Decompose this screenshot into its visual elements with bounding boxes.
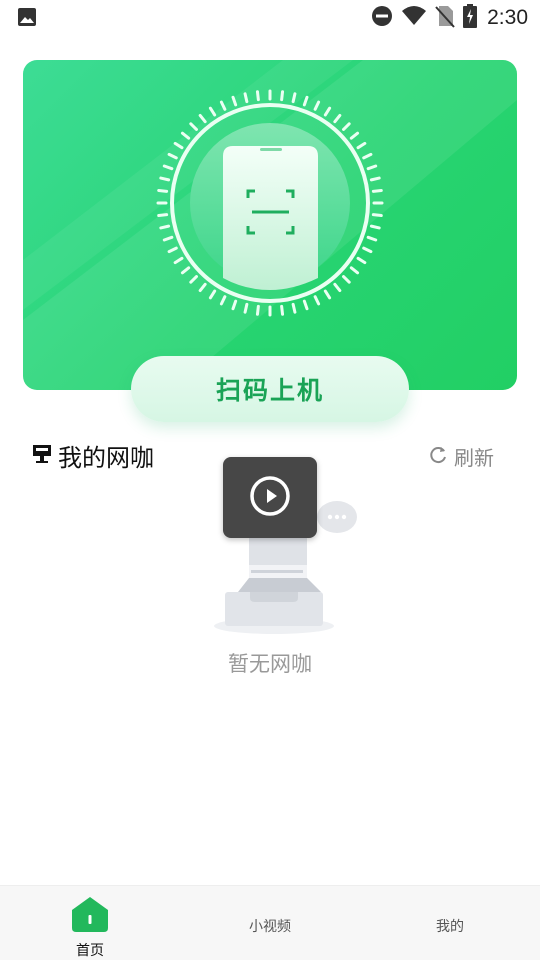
refresh-button[interactable]: 刷新 [428, 442, 494, 471]
ring-tick [349, 266, 360, 275]
play-icon [249, 475, 291, 521]
image-icon [17, 7, 37, 31]
ring-tick [173, 256, 184, 265]
ring-tick [356, 141, 367, 150]
status-bar: 2:30 [0, 0, 540, 36]
ring-tick [291, 92, 297, 104]
ring-tick [231, 95, 238, 107]
refresh-icon [428, 445, 448, 469]
home-icon [70, 894, 110, 938]
pc-icon [32, 443, 52, 469]
ring-tick [157, 188, 169, 193]
ring-tick [219, 100, 227, 111]
ring-tick [302, 299, 309, 311]
ring-tick [231, 299, 238, 311]
ring-tick [198, 282, 207, 293]
ring-tick [219, 295, 227, 306]
ring-tick [342, 275, 351, 284]
ring-tick [189, 275, 198, 284]
ring-tick [356, 256, 367, 265]
ring-tick [323, 289, 332, 300]
ring-tick [173, 141, 184, 150]
ring-tick [371, 213, 383, 218]
ring-tick [366, 164, 378, 171]
ring-tick [342, 122, 351, 131]
scan-to-login-button[interactable]: 扫码上机 [131, 356, 409, 422]
ring-tick [362, 246, 373, 254]
ring-tick [208, 106, 217, 117]
tab-mine-label: 我的 [436, 919, 464, 935]
tab-home[interactable]: 首页 [0, 886, 180, 960]
ring-tick [280, 304, 285, 316]
ring-tick [369, 224, 381, 230]
ring-tick [255, 90, 260, 102]
ring-tick [208, 289, 217, 300]
ring-tick [349, 131, 360, 140]
ring-tick [362, 152, 373, 160]
do-not-disturb-icon [371, 5, 393, 31]
ring-tick [159, 224, 171, 230]
ring-tick [157, 213, 169, 218]
ring-tick [371, 188, 383, 193]
ring-tick [323, 106, 332, 117]
section-title: 我的网咖 [58, 444, 154, 472]
ring-tick [313, 295, 321, 306]
refresh-label: 刷新 [454, 446, 494, 470]
ring-tick [243, 92, 249, 104]
ring-tick [243, 302, 249, 314]
ring-tick [255, 304, 260, 316]
ring-tick [180, 131, 191, 140]
ring-tick [333, 113, 342, 124]
tab-short-video[interactable]: 小视频 [180, 886, 360, 960]
ring-tick [313, 100, 321, 111]
tab-home-label: 首页 [76, 943, 104, 959]
scan-hero-card[interactable] [23, 60, 517, 390]
ring-tick [369, 176, 381, 182]
ring-tick [159, 176, 171, 182]
floating-video-widget[interactable] [223, 457, 317, 538]
ring-tick [291, 302, 297, 314]
tab-short-video-label: 小视频 [249, 919, 291, 935]
scan-phone-illustration [156, 89, 384, 317]
bottom-navigation: 首页 小视频 我的 [0, 885, 540, 960]
ring-tick [198, 113, 207, 124]
wifi-icon [401, 5, 427, 31]
ring-tick [302, 95, 309, 107]
ring-tick [180, 266, 191, 275]
tab-mine[interactable]: 我的 [360, 886, 540, 960]
ring-tick [366, 235, 378, 242]
ring-tick [162, 235, 174, 242]
ring-tick [280, 90, 285, 102]
no-sim-icon [435, 4, 455, 32]
battery-charging-icon [463, 4, 478, 32]
clock: 2:30 [487, 6, 528, 29]
ring-tick [162, 164, 174, 171]
ring-tick [167, 152, 178, 160]
ring-tick [333, 282, 342, 293]
empty-state-text: 暂无网咖 [228, 652, 312, 676]
ring-tick [189, 122, 198, 131]
ring-tick [167, 246, 178, 254]
